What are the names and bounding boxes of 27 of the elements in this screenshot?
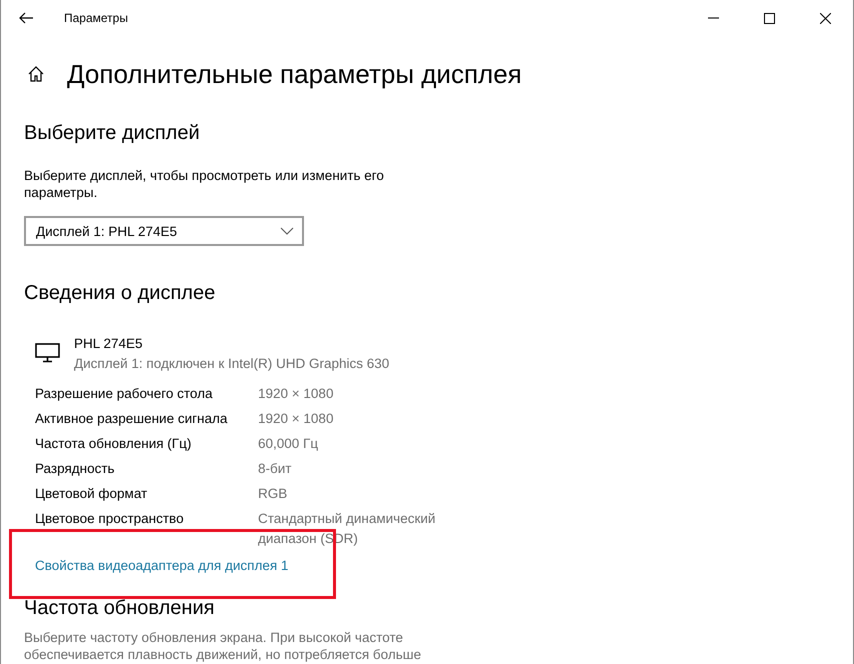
chevron-down-icon [280, 227, 294, 235]
property-label: Разрешение рабочего стола [35, 385, 214, 403]
maximize-icon [764, 12, 774, 24]
section-heading: Выберите дисплей [24, 121, 201, 146]
section-heading: Частота обновления [24, 597, 216, 619]
property-value: RGB [258, 485, 288, 503]
monitor-status: Дисплей 1: подключен к Intel(R) UHD Graphics 630 [74, 355, 390, 373]
property-label: Разрядность [35, 460, 116, 478]
section-description: Выберите частоту обновления экрана. При высокой частоте обеспечивается плавность движений, но потребляется больше [24, 629, 422, 663]
property-value: 60,000 Гц [258, 435, 320, 453]
property-label: Частота обновления (Гц) [35, 435, 192, 453]
property-label: Активное разрешение сигнала [35, 410, 228, 428]
section-heading: Сведения о дисплее [24, 281, 216, 306]
monitor-icon [35, 343, 60, 363]
property-value: 8-бит [258, 460, 292, 478]
monitor-name: PHL 274E5 [74, 335, 144, 353]
property-value: 1920 × 1080 [258, 410, 334, 428]
close-icon [820, 12, 830, 24]
home-icon[interactable] [27, 65, 45, 83]
property-value: 1920 × 1080 [258, 385, 334, 403]
display-dropdown[interactable]: Дисплей 1: PHL 274E5 [24, 216, 304, 246]
property-label: Цветовое пространство [35, 510, 185, 528]
page-title: Дополнительные параметры дисплея [67, 58, 522, 90]
window-title: Параметры [64, 11, 129, 25]
section-description: Выберите дисплей, чтобы просмотреть или изменить его параметры. [24, 167, 385, 201]
adapter-properties-link[interactable]: Свойства видеоадаптера для дисплея 1 [35, 556, 288, 576]
property-label: Цветовой формат [35, 485, 148, 503]
